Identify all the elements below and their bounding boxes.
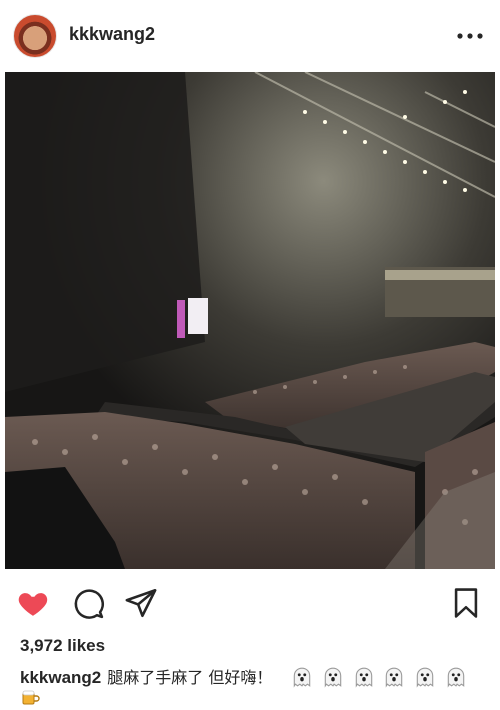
- post-username[interactable]: kkkwang2: [69, 24, 155, 45]
- ghost-icon: [293, 667, 311, 688]
- post-caption: kkkwang2 腿麻了手麻了 但好嗨！: [20, 666, 490, 689]
- send-icon[interactable]: [124, 586, 158, 620]
- post-photo[interactable]: [5, 72, 495, 569]
- post-header: kkkwang2: [0, 0, 500, 72]
- ghost-icon: [416, 667, 434, 688]
- caption-emojis: [286, 667, 470, 688]
- likes-count[interactable]: 3,972 likes: [20, 636, 105, 656]
- beer-mug-icon: [20, 689, 40, 705]
- ghost-icon: [447, 667, 465, 688]
- bookmark-icon[interactable]: [449, 586, 483, 620]
- post-actions: [0, 578, 500, 628]
- ghost-icon: [386, 667, 403, 688]
- ghost-icon: [355, 667, 372, 688]
- avatar[interactable]: [13, 14, 57, 58]
- caption-username[interactable]: kkkwang2: [20, 668, 101, 687]
- caption-text: 腿麻了手麻了 但好嗨！: [107, 668, 273, 687]
- more-dots-icon[interactable]: [456, 26, 484, 46]
- comment-icon[interactable]: [71, 586, 105, 620]
- heart-icon[interactable]: [16, 586, 50, 620]
- ghost-icon: [324, 667, 342, 688]
